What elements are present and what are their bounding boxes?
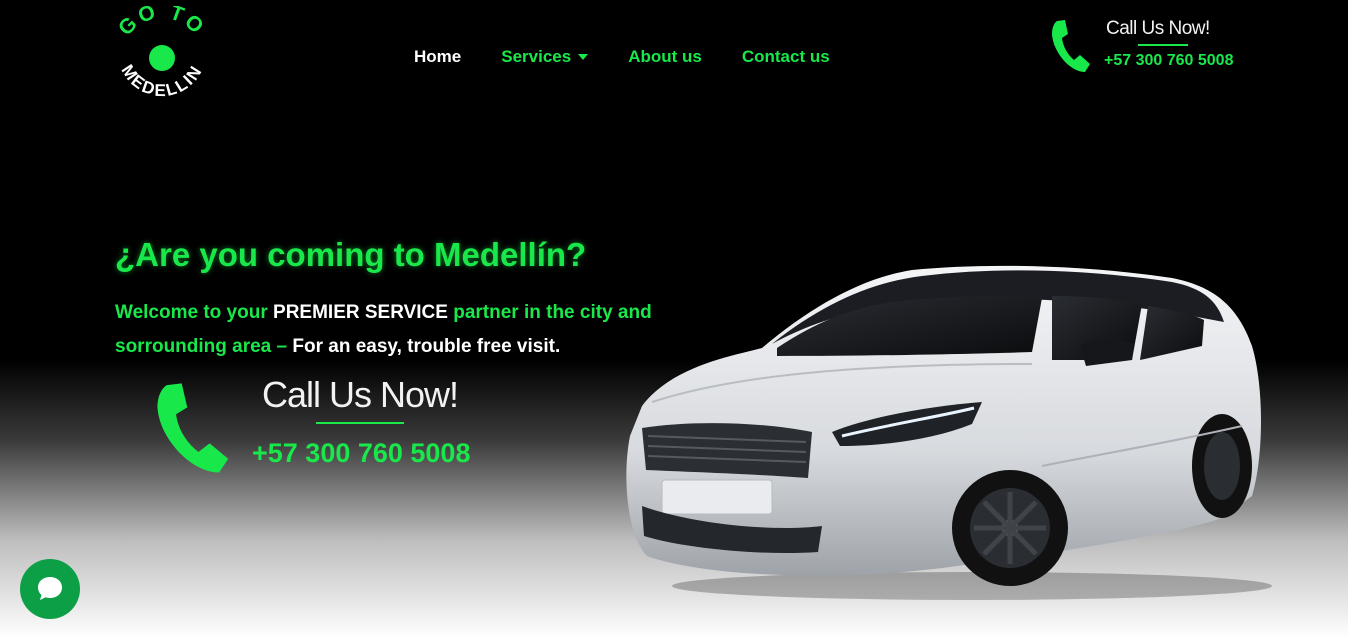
chat-bubble-icon xyxy=(38,577,62,600)
hero-title: ¿Are you coming to Medellín? xyxy=(115,236,587,273)
nav-home[interactable]: Home xyxy=(414,45,461,69)
hero-call-link[interactable]: Call Us Now! +57 300 760 5008 xyxy=(150,374,490,480)
phone-icon xyxy=(1052,20,1090,72)
chat-button[interactable] xyxy=(20,559,80,619)
header-call-label: Call Us Now! xyxy=(1106,18,1210,39)
hero-text-4: For an easy, trouble free visit. xyxy=(292,336,561,357)
main-nav: Home Services About us Contact us xyxy=(400,45,870,69)
divider xyxy=(1138,44,1188,46)
hero-call-label: Call Us Now! xyxy=(262,374,459,415)
nav-contact-label: Contact us xyxy=(741,47,830,66)
car-image xyxy=(626,265,1272,600)
chevron-down-icon xyxy=(578,54,589,60)
site-logo[interactable]: GO TO MEDELLIN xyxy=(108,0,216,110)
nav-about-label: About us xyxy=(628,47,702,66)
hero-call-number: +57 300 760 5008 xyxy=(252,438,471,468)
svg-text:GO TO: GO TO xyxy=(114,6,210,40)
hero-text-2: PREMIER SERVICE xyxy=(273,302,448,323)
nav-services-label: Services xyxy=(501,47,572,66)
logo-graphic: GO TO MEDELLIN xyxy=(114,0,210,100)
header-call-link[interactable]: Call Us Now! +57 300 760 5008 xyxy=(1048,14,1248,78)
nav-about[interactable]: About us xyxy=(628,45,702,69)
logo-top-text: GO TO xyxy=(114,0,207,40)
nav-contact[interactable]: Contact us xyxy=(742,45,830,69)
hero-text-1: Welcome to your xyxy=(115,302,274,323)
phone-icon xyxy=(157,383,229,473)
divider xyxy=(316,422,404,424)
header-call-number: +57 300 760 5008 xyxy=(1104,52,1234,69)
nav-home-label: Home xyxy=(414,47,462,66)
nav-services[interactable]: Services xyxy=(501,45,589,69)
